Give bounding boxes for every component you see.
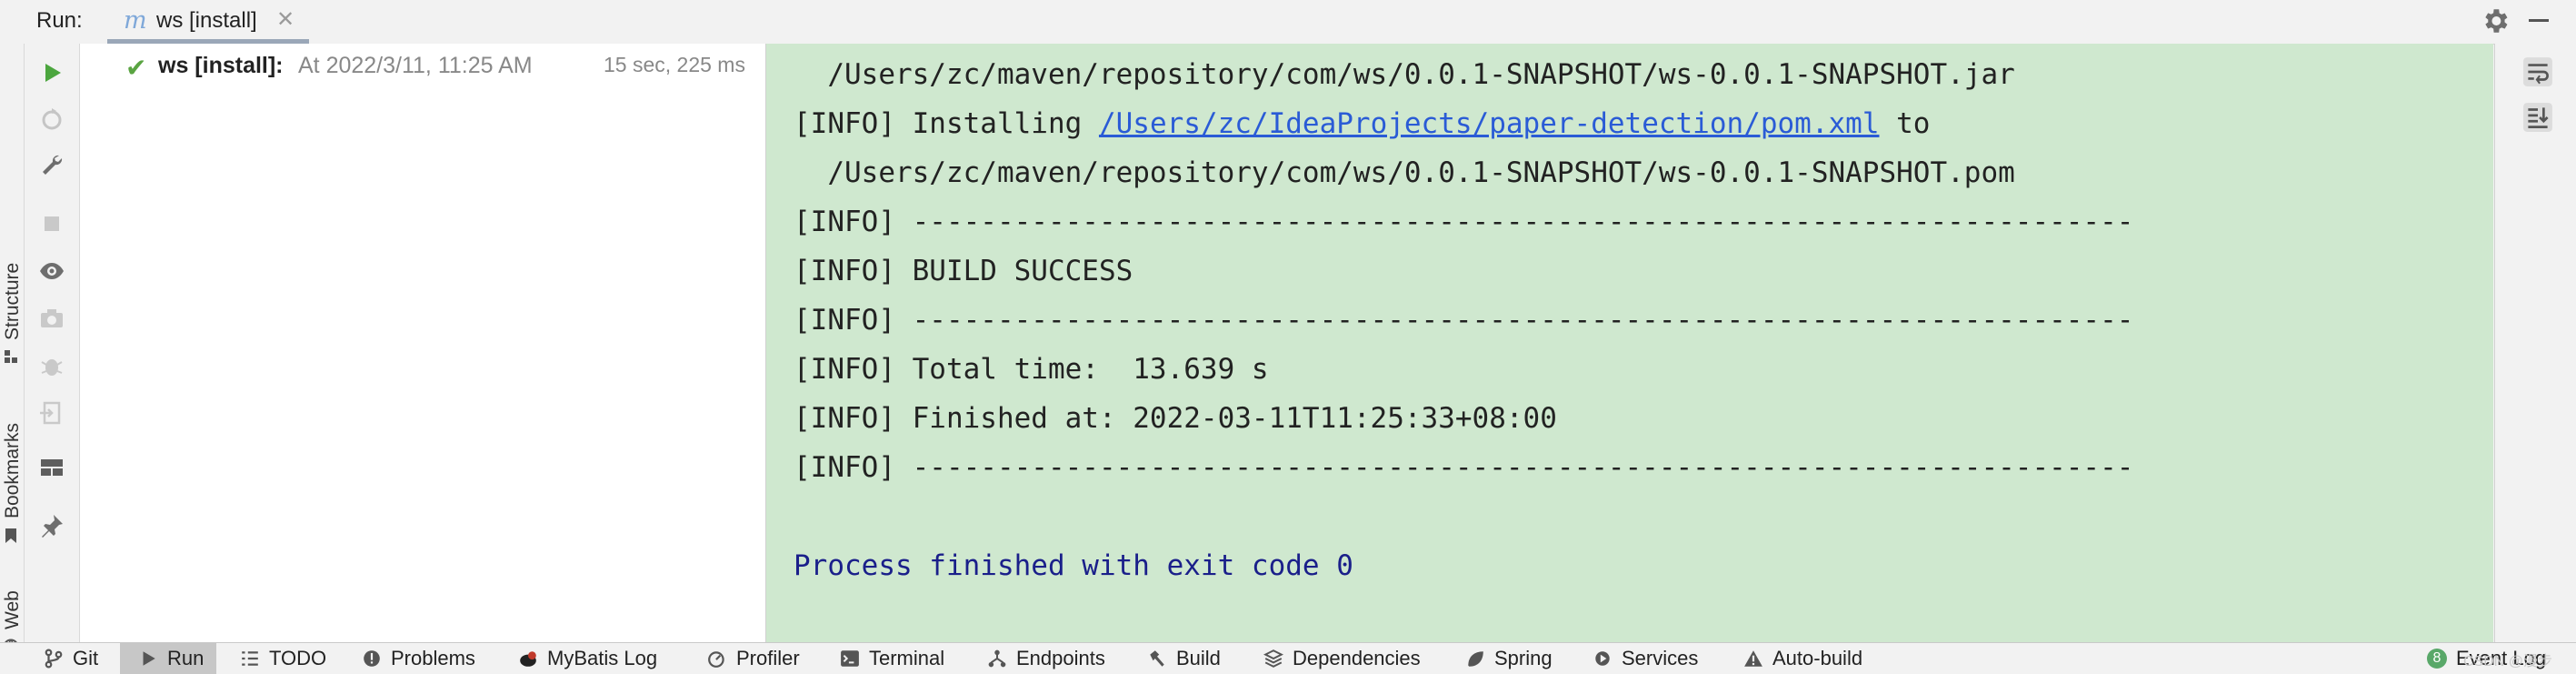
problems-icon [364, 650, 380, 667]
profiler-icon [708, 651, 724, 668]
tree-item-name: ws [install]: [158, 53, 284, 78]
todo-list-icon [242, 651, 258, 666]
console-line: [INFO] ---------------------------------… [794, 206, 2134, 238]
close-tab-icon[interactable]: ✕ [276, 6, 295, 33]
auto-build-tool-label: Auto-build [1772, 647, 1863, 669]
console-text: [INFO] Installing [794, 107, 1099, 140]
services-tool-button[interactable]: Services [1593, 643, 1698, 674]
run-play-icon [143, 651, 155, 666]
console-output[interactable]: /Users/zc/maven/repository/com/ws/0.0.1-… [766, 44, 2506, 642]
auto-build-tool-button[interactable]: Auto-build [1743, 643, 1862, 674]
run-tab-label: ws [install] [156, 8, 257, 33]
wrench-icon[interactable] [37, 151, 66, 180]
warning-triangle-icon [1744, 650, 1762, 667]
problems-tool-button[interactable]: Problems [362, 643, 475, 674]
endpoints-tool-button[interactable]: Endpoints [987, 643, 1105, 674]
dependencies-tool-button[interactable]: Dependencies [1263, 643, 1421, 674]
mybatis-bird-icon [520, 651, 536, 667]
run-tool-button[interactable]: Run [120, 643, 217, 674]
git-branch-icon [45, 649, 63, 669]
rerun-icon[interactable] [37, 58, 66, 87]
endpoints-tool-label: Endpoints [1016, 647, 1105, 669]
bookmarks-tab[interactable]: Bookmarks [0, 380, 24, 544]
tool-window-bar: Git Run TODO Problems MyBatis Log Profil… [0, 642, 2576, 674]
soft-wrap-icon[interactable] [2522, 56, 2553, 87]
process-exit-line: Process finished with exit code 0 [794, 549, 1353, 582]
endpoints-icon [988, 649, 1006, 668]
console-text: to [1879, 107, 1931, 140]
mybatis-log-tool-button[interactable]: MyBatis Log [518, 643, 657, 674]
structure-icon [5, 350, 17, 363]
gear-icon[interactable] [2480, 5, 2511, 36]
structure-tab-label: Structure [2, 262, 23, 340]
dependencies-icon [1263, 649, 1283, 668]
problems-tool-label: Problems [391, 647, 475, 669]
console-line-total-time: [INFO] Total time: 13.639 s [794, 353, 1269, 386]
watermark: CSDN @漫步 [2463, 654, 2553, 669]
camera-icon[interactable] [37, 304, 66, 333]
hammer-icon [1150, 650, 1164, 667]
exit-icon[interactable] [37, 398, 66, 428]
console-line-finished-at: [INFO] Finished at: 2022-03-11T11:25:33+… [794, 402, 1557, 435]
pin-icon[interactable] [37, 511, 66, 540]
tree-item-duration: 15 sec, 225 ms [604, 53, 745, 76]
todo-tool-button[interactable]: TODO [240, 643, 326, 674]
run-tool-label: Run [167, 647, 205, 669]
maven-icon: m [124, 6, 147, 35]
build-tool-label: Build [1176, 647, 1221, 669]
eye-icon[interactable] [37, 257, 66, 286]
pom-file-link[interactable]: /Users/zc/IdeaProjects/paper-detection/p… [1099, 107, 1880, 140]
run-tab-ws-install[interactable]: m ws [install] ✕ [107, 0, 309, 44]
terminal-tool-label: Terminal [869, 647, 945, 669]
git-tool-label: Git [73, 647, 99, 669]
services-tool-label: Services [1622, 647, 1699, 669]
console-line-build-success: [INFO] BUILD SUCCESS [794, 255, 1133, 287]
tree-row-ws-install[interactable]: ✔ ws [install]: At 2022/3/11, 11:25 AM 1… [80, 44, 765, 87]
run-tree-panel: ✔ ws [install]: At 2022/3/11, 11:25 AM 1… [80, 44, 766, 642]
success-check-icon: ✔ [125, 54, 147, 82]
mybatis-log-tool-label: MyBatis Log [547, 647, 658, 669]
event-log-count-badge: 8 [2427, 649, 2447, 669]
profiler-tool-label: Profiler [736, 647, 800, 669]
run-label: Run: [36, 8, 83, 33]
spring-tool-label: Spring [1494, 647, 1553, 669]
console-line: [INFO] ---------------------------------… [794, 451, 2134, 484]
layout-icon[interactable] [37, 453, 66, 482]
profiler-tool-button[interactable]: Profiler [707, 643, 800, 674]
bookmarks-tab-label: Bookmarks [2, 422, 23, 518]
spring-tool-button[interactable]: Spring [1465, 643, 1553, 674]
tree-item-time: At 2022/3/11, 11:25 AM [298, 53, 533, 78]
git-tool-button[interactable]: Git [44, 643, 98, 674]
structure-tab[interactable]: Structure [0, 216, 24, 363]
bookmark-icon [5, 528, 16, 543]
debug-bug-icon[interactable] [37, 351, 66, 380]
minimize-icon[interactable] [2529, 19, 2549, 22]
spring-leaf-icon [1468, 651, 1483, 667]
terminal-tool-button[interactable]: Terminal [840, 643, 944, 674]
left-tool-strip: Structure Bookmarks Web [0, 44, 25, 655]
console-side-toolbar [2494, 44, 2576, 642]
run-toolwindow-header: Run: m ws [install] ✕ [0, 0, 2576, 45]
scroll-to-end-icon[interactable] [2522, 102, 2553, 133]
dependencies-tool-label: Dependencies [1293, 647, 1421, 669]
rerun-failed-icon[interactable] [37, 106, 66, 135]
services-icon [1595, 651, 1610, 666]
terminal-icon [841, 650, 859, 667]
console-line: /Users/zc/maven/repository/com/ws/0.0.1-… [794, 156, 2015, 189]
stop-icon[interactable] [37, 209, 66, 238]
console-line: /Users/zc/maven/repository/com/ws/0.0.1-… [794, 58, 2015, 91]
run-toolbar [25, 44, 80, 642]
todo-tool-label: TODO [269, 647, 327, 669]
build-tool-button[interactable]: Build [1147, 643, 1221, 674]
console-line-install: [INFO] Installing /Users/zc/IdeaProjects… [794, 107, 1930, 140]
web-tab-label: Web [2, 590, 23, 629]
console-line: [INFO] ---------------------------------… [794, 304, 2134, 337]
